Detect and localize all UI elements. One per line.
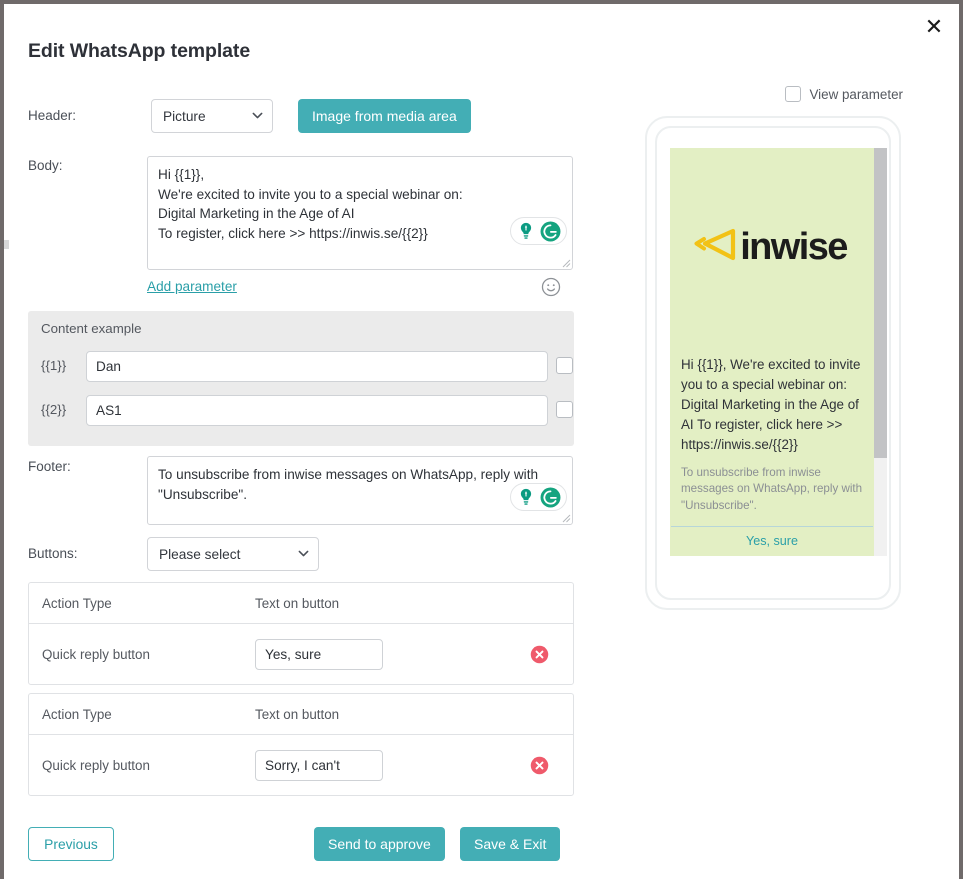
param-checkbox[interactable] — [556, 357, 573, 374]
button-text-cell — [255, 749, 529, 781]
delete-circle-icon[interactable] — [529, 755, 550, 776]
button-text-input[interactable] — [255, 638, 383, 670]
preview-quick-reply-button[interactable]: Yes, sure — [670, 527, 874, 556]
param-key: {{2}} — [41, 402, 67, 417]
preview-scrollbar-thumb[interactable] — [874, 148, 887, 458]
edge-decoration — [4, 240, 9, 249]
close-icon[interactable]: ✕ — [919, 12, 949, 42]
smiley-icon[interactable] — [540, 276, 562, 298]
grammarly-icon[interactable] — [539, 220, 562, 243]
preview-header-image: inwise — [670, 148, 874, 346]
delete-circle-icon[interactable] — [529, 644, 550, 665]
edit-whatsapp-template-dialog: ✕ Edit WhatsApp template Header: Picture… — [4, 4, 959, 879]
writing-assist-badge[interactable] — [510, 483, 567, 511]
body-textarea-value: Hi {{1}}, We're excited to invite you to… — [158, 167, 463, 241]
preview-footer-text: To unsubscribe from inwise messages on W… — [681, 466, 863, 512]
view-parameter-toggle[interactable]: View parameter — [785, 86, 903, 102]
button-config-table: Action Type Text on button Quick reply b… — [28, 582, 574, 685]
column-header-action-type: Action Type — [42, 706, 112, 722]
header-type-select-value: Picture — [163, 108, 206, 124]
column-header-text-on-button: Text on button — [255, 706, 340, 722]
buttons-row: Buttons: Please select — [28, 537, 598, 571]
page-title: Edit WhatsApp template — [28, 40, 251, 62]
body-textarea[interactable]: Hi {{1}}, We're excited to invite you to… — [147, 156, 573, 270]
button-text-input[interactable] — [255, 749, 383, 781]
send-to-approve-button[interactable]: Send to approve — [314, 827, 445, 861]
megaphone-icon — [693, 228, 737, 267]
param-value-input[interactable] — [86, 351, 548, 382]
button-text-cell — [255, 638, 529, 670]
phone-preview-frame: inwise Hi {{1}}, We're excited to invite… — [645, 116, 901, 610]
previous-button[interactable]: Previous — [28, 827, 114, 861]
button-config-table: Action Type Text on button Quick reply b… — [28, 693, 574, 796]
footer-textarea-value: To unsubscribe from inwise messages on W… — [158, 467, 542, 502]
table-header-row: Action Type Text on button — [29, 694, 573, 735]
header-row: Header: Picture Image from media area — [28, 99, 598, 133]
buttons-type-select[interactable]: Please select — [147, 537, 319, 571]
chevron-down-icon — [252, 110, 263, 121]
add-parameter-link[interactable]: Add parameter — [147, 279, 237, 294]
buttons-label: Buttons: — [28, 546, 78, 561]
table-row: Quick reply button — [29, 624, 573, 684]
save-and-exit-button[interactable]: Save & Exit — [460, 827, 561, 861]
lightbulb-icon[interactable] — [515, 220, 537, 242]
view-parameter-checkbox[interactable] — [785, 86, 802, 102]
footer-label: Footer: — [28, 459, 71, 474]
preview-scroll-region: inwise Hi {{1}}, We're excited to invite… — [670, 148, 888, 556]
whatsapp-message-bubble: inwise Hi {{1}}, We're excited to invite… — [670, 148, 874, 556]
content-example-title: Content example — [41, 321, 142, 336]
image-from-media-area-button[interactable]: Image from media area — [298, 99, 471, 133]
param-key: {{1}} — [41, 358, 67, 373]
action-type-value: Quick reply button — [42, 757, 150, 773]
view-parameter-label: View parameter — [809, 86, 903, 102]
column-header-action-type: Action Type — [42, 595, 112, 611]
body-label: Body: — [28, 158, 63, 173]
table-row: Quick reply button — [29, 735, 573, 795]
writing-assist-badge[interactable] — [510, 217, 567, 245]
grammarly-icon[interactable] — [539, 486, 562, 509]
chevron-down-icon — [298, 548, 309, 559]
param-value-input[interactable] — [86, 395, 548, 426]
header-type-select[interactable]: Picture — [151, 99, 273, 133]
footer-textarea[interactable]: To unsubscribe from inwise messages on W… — [147, 456, 573, 525]
table-header-row: Action Type Text on button — [29, 583, 573, 624]
column-header-text-on-button: Text on button — [255, 595, 340, 611]
inwise-logo: inwise — [693, 226, 848, 268]
content-example-panel: Content example {{1}} {{2}} — [28, 311, 574, 446]
lightbulb-icon[interactable] — [515, 486, 537, 508]
action-type-value: Quick reply button — [42, 646, 150, 662]
phone-preview-screen: inwise Hi {{1}}, We're excited to invite… — [655, 126, 891, 600]
param-checkbox[interactable] — [556, 401, 573, 418]
buttons-type-select-value: Please select — [159, 546, 241, 562]
inwise-logo-text: inwise — [740, 226, 848, 268]
header-label: Header: — [28, 108, 77, 123]
preview-body-text: Hi {{1}}, We're excited to invite you to… — [681, 357, 861, 452]
